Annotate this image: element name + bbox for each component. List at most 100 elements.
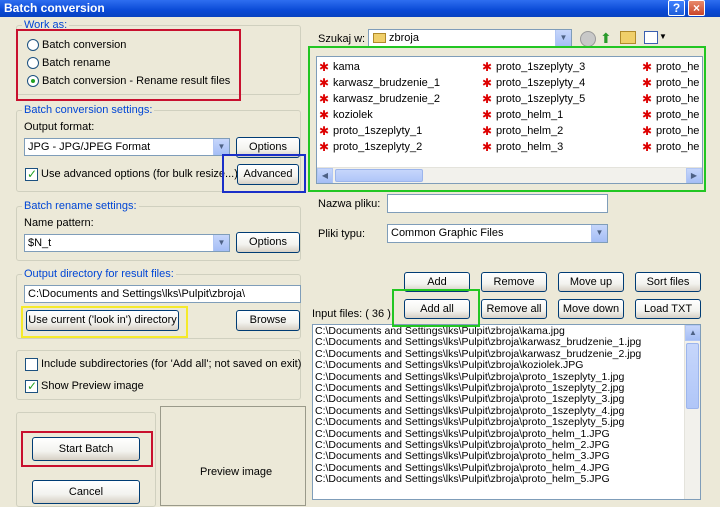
table-row[interactable]: C:\Documents and Settings\lks\Pulpit\zbr… <box>315 450 683 462</box>
table-row[interactable]: C:\Documents and Settings\lks\Pulpit\zbr… <box>315 473 683 485</box>
chevron-down-icon[interactable]: ▼ <box>555 30 571 47</box>
list-item[interactable]: ✱ kama <box>319 59 479 75</box>
chevron-up-icon[interactable]: ▲ <box>685 325 700 341</box>
window-title: Batch conversion <box>4 1 105 15</box>
look-in-value: zbroja <box>389 32 419 44</box>
list-item[interactable]: ✱ proto_1szeplyty_5 <box>482 91 642 107</box>
image-file-icon: ✱ <box>482 60 493 74</box>
list-item[interactable]: ✱ proto_helm_1 <box>482 107 642 123</box>
output-dir-input[interactable]: C:\Documents and Settings\lks\Pulpit\zbr… <box>24 285 301 303</box>
image-file-icon: ✱ <box>642 140 653 154</box>
chevron-down-icon[interactable]: ▼ <box>659 32 667 41</box>
work-as-label: Work as: <box>22 19 70 31</box>
start-batch-button[interactable]: Start Batch <box>32 437 140 461</box>
show-preview-label[interactable]: Show Preview image <box>41 380 144 393</box>
filetype-select[interactable]: Common Graphic Files ▼ <box>387 224 608 243</box>
input-files-vscroll[interactable]: ▲ <box>684 325 700 499</box>
input-files-list[interactable]: C:\Documents and Settings\lks\Pulpit\zbr… <box>312 324 701 500</box>
chevron-down-icon[interactable]: ▼ <box>213 139 229 155</box>
help-button[interactable]: ? <box>668 0 685 16</box>
rename-options-button[interactable]: Options <box>236 232 300 253</box>
filename-input[interactable] <box>387 194 608 213</box>
chevron-right-icon[interactable]: ▶ <box>686 168 702 183</box>
scroll-thumb[interactable] <box>686 343 699 409</box>
filename-label: Nazwa pliku: <box>318 198 381 210</box>
image-file-icon: ✱ <box>319 76 330 90</box>
image-file-icon: ✱ <box>319 108 330 122</box>
advanced-options-label[interactable]: Use advanced options (for bulk resize...… <box>41 168 238 181</box>
remove-button[interactable]: Remove <box>481 272 547 292</box>
output-format-select[interactable]: JPG - JPG/JPEG Format ▼ <box>24 138 230 156</box>
list-item[interactable]: ✱ proto_1szeplyty_1 <box>319 123 479 139</box>
list-item[interactable]: ✱ proto_helm_2 <box>482 123 642 139</box>
advanced-button[interactable]: Advanced <box>237 164 299 185</box>
new-folder-icon[interactable] <box>620 31 636 44</box>
list-item[interactable]: ✱ karwasz_brudzenie_1 <box>319 75 479 91</box>
conversion-options-button[interactable]: Options <box>236 137 300 158</box>
output-dir-label: Output directory for result files: <box>22 268 176 280</box>
back-icon[interactable] <box>580 31 596 47</box>
image-file-icon: ✱ <box>319 124 330 138</box>
look-in-select[interactable]: zbroja ▼ <box>368 29 572 48</box>
list-item[interactable]: ✱ proto_1szeplyty_4 <box>482 75 642 91</box>
list-item[interactable]: ✱ koziolek <box>319 107 479 123</box>
close-button[interactable]: × <box>688 0 705 16</box>
look-in-label: Szukaj w: <box>318 33 366 45</box>
up-folder-icon[interactable]: ⬆ <box>600 30 612 47</box>
chevron-down-icon[interactable]: ▼ <box>591 225 607 242</box>
input-files-label: Input files: ( 36 ) <box>312 308 391 320</box>
image-file-icon: ✱ <box>482 140 493 154</box>
list-item[interactable]: ✱ proto_he <box>642 75 702 91</box>
table-row[interactable]: C:\Documents and Settings\lks\Pulpit\zbr… <box>315 416 683 428</box>
list-item[interactable]: ✱ proto_1szeplyty_3 <box>482 59 642 75</box>
list-item[interactable]: ✱ proto_he <box>642 91 702 107</box>
preview-panel <box>160 406 306 506</box>
image-file-icon: ✱ <box>319 60 330 74</box>
list-item[interactable]: ✱ karwasz_brudzenie_2 <box>319 91 479 107</box>
list-item[interactable]: ✱ proto_he <box>642 107 702 123</box>
preview-label: Preview image <box>200 466 273 478</box>
file-list-hscroll[interactable]: ◀ ▶ <box>317 167 702 183</box>
list-item[interactable]: ✱ proto_he <box>642 59 702 75</box>
image-file-icon: ✱ <box>319 140 330 154</box>
include-subdirs-checkbox[interactable] <box>25 358 38 371</box>
view-menu-icon[interactable] <box>644 31 658 44</box>
table-row[interactable]: C:\Documents and Settings\lks\Pulpit\zbr… <box>315 359 683 371</box>
use-current-dir-button[interactable]: Use current ('look in') directory <box>26 310 179 331</box>
sort-files-button[interactable]: Sort files <box>635 272 701 292</box>
name-pattern-select[interactable]: $N_t ▼ <box>24 234 230 252</box>
browse-button[interactable]: Browse <box>236 310 300 331</box>
radio-batch-conversion-rename-label[interactable]: Batch conversion - Rename result files <box>42 75 230 88</box>
radio-batch-conversion-rename[interactable] <box>27 75 39 87</box>
radio-batch-conversion[interactable] <box>27 39 39 51</box>
add-button[interactable]: Add <box>404 272 470 292</box>
chevron-down-icon[interactable]: ▼ <box>213 235 229 251</box>
radio-batch-conversion-label[interactable]: Batch conversion <box>42 39 126 52</box>
filetype-value: Common Graphic Files <box>391 227 504 239</box>
scroll-thumb[interactable] <box>335 169 423 182</box>
file-column-1: ✱ kama ✱ karwasz_brudzenie_1 ✱ karwasz_brud… <box>319 59 479 155</box>
radio-batch-rename-label[interactable]: Batch rename <box>42 57 110 70</box>
title-bar: Batch conversion <box>0 0 720 17</box>
remove-all-button[interactable]: Remove all <box>481 299 547 319</box>
include-subdirs-label[interactable]: Include subdirectories (for 'Add all'; n… <box>41 358 301 371</box>
show-preview-checkbox[interactable] <box>25 379 38 393</box>
add-all-button[interactable]: Add all <box>404 299 470 319</box>
name-pattern-value: $N_t <box>28 237 52 249</box>
image-file-icon: ✱ <box>482 124 493 138</box>
load-txt-button[interactable]: Load TXT <box>635 299 701 319</box>
cancel-button[interactable]: Cancel <box>32 480 140 504</box>
output-format-value: JPG - JPG/JPEG Format <box>28 141 151 153</box>
list-item[interactable]: ✱ proto_he <box>642 139 702 155</box>
image-file-icon: ✱ <box>319 92 330 106</box>
advanced-options-checkbox[interactable] <box>25 167 38 181</box>
radio-batch-rename[interactable] <box>27 57 39 69</box>
list-item[interactable]: ✱ proto_helm_3 <box>482 139 642 155</box>
file-browser-list[interactable]: ✱ kama ✱ karwasz_brudzenie_1 ✱ karwasz_brud… <box>316 56 703 184</box>
list-item[interactable]: ✱ proto_1szeplyty_2 <box>319 139 479 155</box>
move-down-button[interactable]: Move down <box>558 299 624 319</box>
list-item[interactable]: ✱ proto_he <box>642 123 702 139</box>
input-files-items: C:\Documents and Settings\lks\Pulpit\zbr… <box>315 325 683 485</box>
move-up-button[interactable]: Move up <box>558 272 624 292</box>
chevron-left-icon[interactable]: ◀ <box>317 168 333 183</box>
